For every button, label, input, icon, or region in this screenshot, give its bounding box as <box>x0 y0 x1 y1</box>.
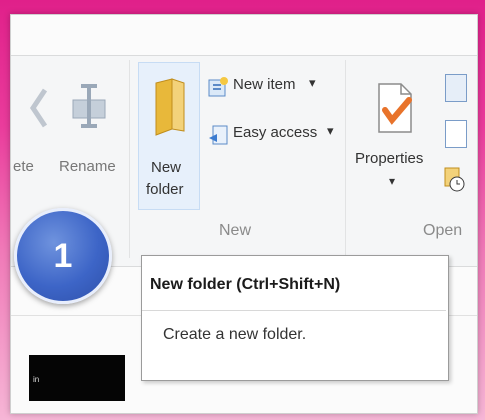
group-open-label: Open <box>423 222 463 239</box>
chevron-down-icon: ▾ <box>327 123 334 138</box>
delete-icon[interactable] <box>23 86 53 130</box>
group-divider <box>345 60 346 258</box>
new-item-button[interactable]: New item ▾ <box>207 74 337 100</box>
chevron-down-icon: ▾ <box>389 174 396 188</box>
easy-access-icon <box>207 124 229 146</box>
properties-icon <box>375 80 415 136</box>
properties-button[interactable]: Properties ▾ <box>355 70 435 200</box>
properties-label: Properties <box>355 150 424 167</box>
rename-icon[interactable] <box>67 82 111 130</box>
redacted-text: in <box>33 375 40 384</box>
tooltip-description: Create a new folder. <box>163 326 307 343</box>
easy-access-label: Easy access <box>233 124 318 141</box>
delete-button-label[interactable]: ete <box>13 158 34 175</box>
redacted-area: in <box>29 355 125 401</box>
easy-access-button[interactable]: Easy access ▾ <box>207 122 347 148</box>
history-icon[interactable] <box>443 166 465 192</box>
new-item-label: New item <box>233 76 296 93</box>
edit-icon[interactable] <box>445 120 467 148</box>
rename-button-label[interactable]: Rename <box>59 158 116 175</box>
folder-icon <box>152 77 188 137</box>
step-number-badge: 1 <box>14 208 112 304</box>
group-divider <box>129 60 130 258</box>
new-folder-button[interactable]: New folder <box>138 62 200 210</box>
group-new-label: New <box>219 222 252 239</box>
open-icon[interactable] <box>445 74 467 102</box>
chevron-down-icon: ▾ <box>309 75 316 90</box>
new-item-icon <box>207 76 229 98</box>
new-folder-label-line2: folder <box>146 181 184 198</box>
tooltip-title: New folder (Ctrl+Shift+N) <box>150 276 341 293</box>
new-folder-tooltip: New folder (Ctrl+Shift+N) Create a new f… <box>141 255 449 381</box>
tooltip-divider <box>142 310 446 311</box>
new-folder-label-line1: New <box>151 159 182 176</box>
